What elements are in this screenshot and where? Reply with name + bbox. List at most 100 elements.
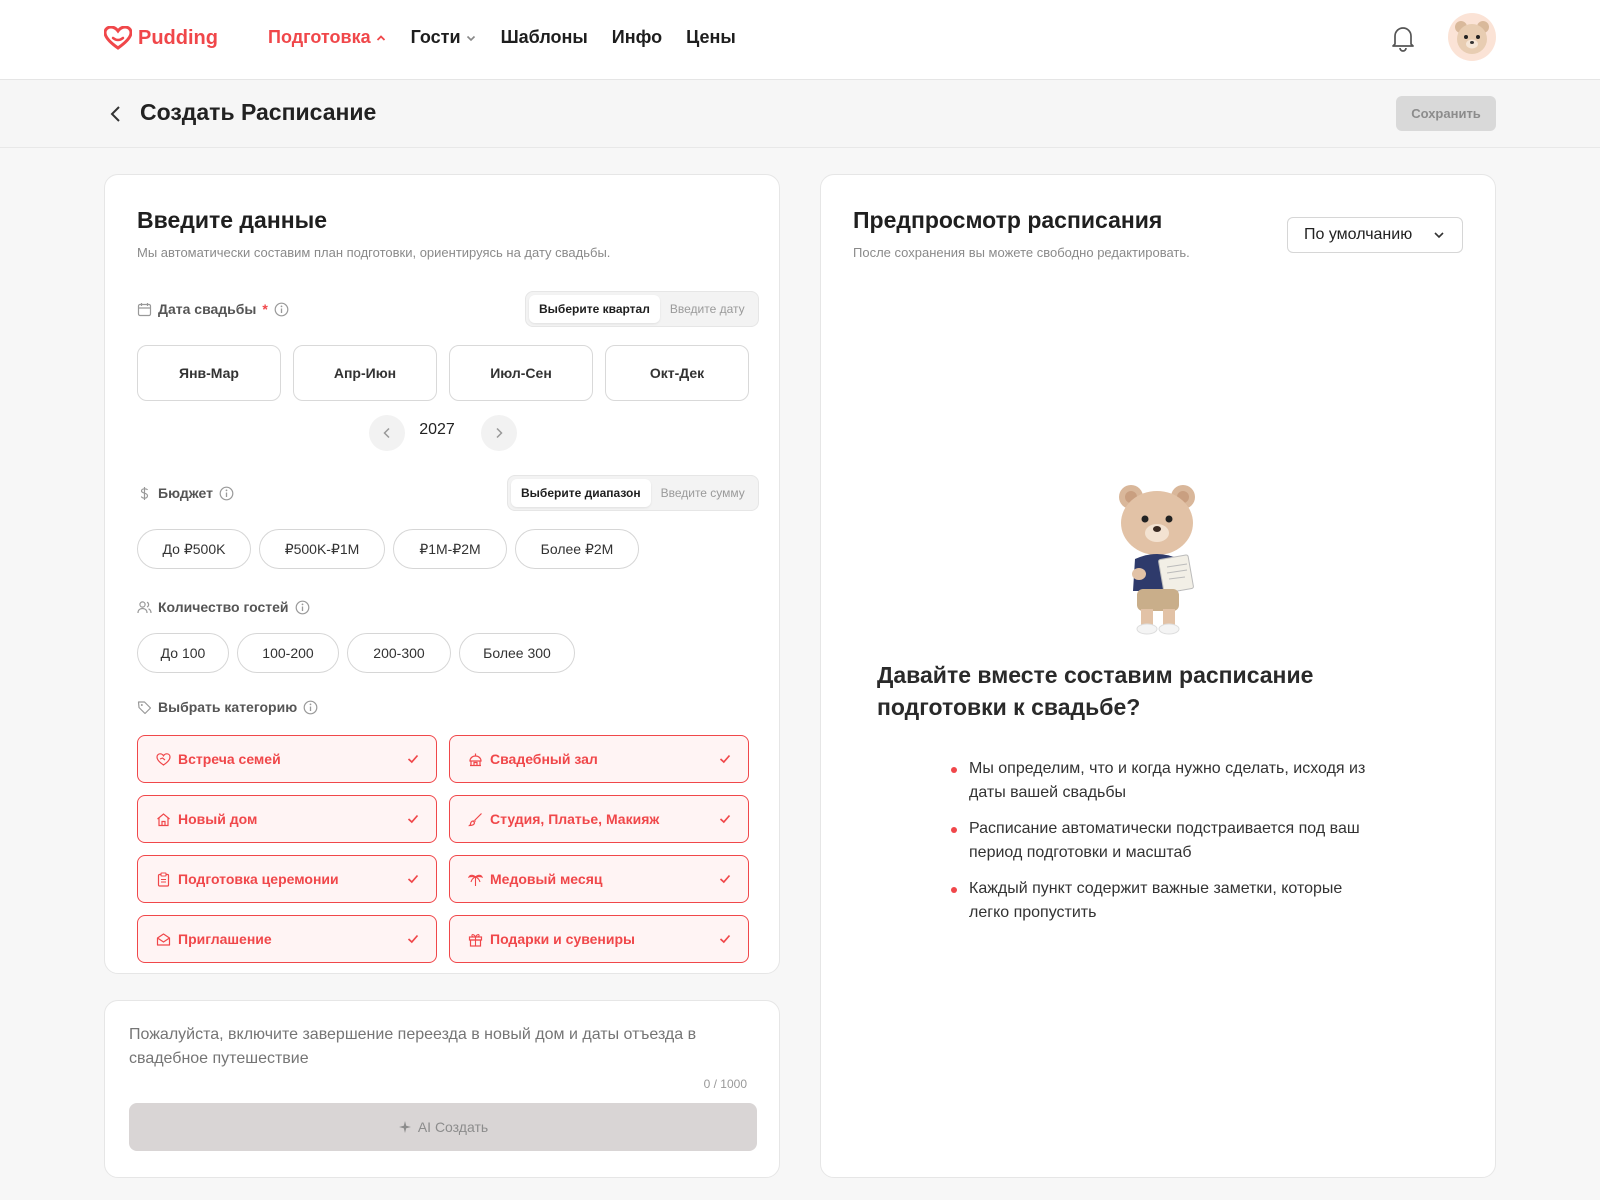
info-icon[interactable] (295, 600, 310, 615)
category-item-label: Свадебный зал (490, 751, 598, 767)
category-item-label: Подарки и сувениры (490, 931, 636, 947)
category-item-label: Студия, Платье, Макияж (490, 811, 660, 827)
enter-amount-option[interactable]: Введите сумму (651, 479, 755, 507)
category-item-label: Новый дом (178, 811, 258, 827)
sparkle-icon (398, 1121, 411, 1133)
preview-card: Предпросмотр расписания После сохранения… (820, 174, 1496, 1178)
venue-icon (468, 751, 484, 767)
envelope-icon (156, 931, 172, 947)
check-icon (407, 814, 419, 824)
category-item[interactable]: Встреча семей (137, 735, 437, 783)
info-icon[interactable] (219, 486, 234, 501)
quarter-button[interactable]: Апр-Июн (293, 345, 437, 401)
year-value: 2027 (419, 421, 455, 438)
guest-count-label-text: Количество гостей (158, 599, 289, 615)
page-title: Создать Расписание (140, 99, 377, 125)
nav-item-guests[interactable]: Гости (411, 27, 477, 48)
nav-item-label: Цены (686, 27, 736, 47)
main-menu: Подготовка Гости Шаблоны Инфо Цены (268, 27, 736, 48)
chevron-down-icon (466, 35, 475, 41)
check-icon (719, 934, 731, 944)
check-icon (719, 874, 731, 884)
home-icon (156, 811, 172, 827)
quarter-button[interactable]: Окт-Дек (605, 345, 749, 401)
wedding-date-label-text: Дата свадьбы (158, 301, 257, 317)
budget-range-option[interactable]: ₽1M-₽2M (393, 529, 507, 569)
category-label-text: Выбрать категорию (158, 699, 298, 715)
category-item[interactable]: Приглашение (137, 915, 437, 963)
guest-range-option[interactable]: Более 300 (459, 633, 575, 673)
select-range-option[interactable]: Выберите диапазон (511, 479, 651, 507)
save-button[interactable]: Сохранить (1396, 96, 1496, 131)
check-icon (407, 874, 419, 884)
budget-range-option[interactable]: ₽500K-₽1M (259, 529, 385, 569)
nav-item-label: Инфо (611, 27, 663, 47)
category-item[interactable]: Студия, Платье, Макияж (449, 795, 749, 843)
required-mark: * (262, 301, 268, 317)
gift-icon (468, 931, 484, 947)
category-item-label: Медовый месяц (490, 871, 603, 887)
template-dropdown-value: По умолчанию (1304, 226, 1413, 243)
nav-item-templates[interactable]: Шаблоны (501, 27, 588, 48)
ai-prompt-textarea[interactable] (129, 1023, 749, 1069)
quarter-button[interactable]: Янв-Мар (137, 345, 281, 401)
nav-item-label: Подготовка (268, 27, 371, 47)
dollar-icon (140, 486, 149, 500)
nav-item-prices[interactable]: Цены (686, 27, 736, 48)
character-counter: 0 / 1000 (703, 1077, 747, 1091)
brand-logo[interactable]: Pudding (104, 26, 218, 50)
guest-range-option[interactable]: До 100 (137, 633, 229, 673)
form-title: Введите данные (137, 207, 328, 233)
preview-headline: Давайте вместе составим расписание подго… (877, 662, 1314, 720)
wedding-date-label: Дата свадьбы * (137, 301, 289, 317)
chevron-up-icon (376, 34, 385, 41)
nav-item-preparation[interactable]: Подготовка (268, 27, 387, 48)
brush-icon (468, 811, 484, 827)
budget-mode-toggle: Выберите диапазон Введите сумму (507, 475, 759, 511)
user-avatar[interactable] (1448, 13, 1496, 61)
form-subtitle: Мы автоматически составим план подготовк… (137, 245, 611, 260)
guest-range-option[interactable]: 200-300 (347, 633, 451, 673)
chevron-right-icon (496, 427, 503, 439)
category-item[interactable]: Свадебный зал (449, 735, 749, 783)
category-item[interactable]: Подготовка церемонии (137, 855, 437, 903)
heart-logo-icon (104, 26, 132, 50)
nav-item-info[interactable]: Инфо (612, 27, 662, 48)
ai-create-button[interactable]: AI Создать (129, 1103, 757, 1151)
preview-benefits-list: Мы определим, что и когда нужно сделать,… (947, 757, 1367, 937)
nav-item-label: Гости (410, 27, 461, 47)
next-year-button[interactable] (481, 415, 517, 451)
check-icon (407, 934, 419, 944)
quarter-button[interactable]: Июл-Сен (449, 345, 593, 401)
chevron-left-icon (383, 427, 390, 439)
select-quarter-option[interactable]: Выберите квартал (529, 295, 660, 323)
back-arrow-icon[interactable] (104, 102, 128, 126)
notifications-bell-icon[interactable] (1390, 24, 1416, 57)
info-icon[interactable] (303, 700, 318, 715)
brand-name: Pudding (138, 26, 218, 49)
category-item[interactable]: Медовый месяц (449, 855, 749, 903)
budget-range-option[interactable]: Более ₽2M (515, 529, 639, 569)
calendar-icon (137, 302, 152, 316)
users-icon (137, 600, 152, 613)
form-card: Введите данные Мы автоматически составим… (104, 174, 780, 974)
guest-count-label: Количество гостей (137, 599, 310, 615)
category-item[interactable]: Подарки и сувениры (449, 915, 749, 963)
info-icon[interactable] (274, 302, 289, 317)
budget-range-option[interactable]: До ₽500K (137, 529, 251, 569)
enter-date-option[interactable]: Введите дату (660, 295, 755, 323)
category-label: Выбрать категорию (137, 699, 318, 715)
bear-face-icon (1455, 21, 1489, 54)
preview-subtitle: После сохранения вы можете свободно реда… (853, 245, 1190, 260)
category-item-label: Приглашение (178, 931, 272, 947)
palm-icon (468, 871, 484, 887)
category-item-label: Подготовка церемонии (178, 871, 339, 887)
chevron-down-icon (1434, 232, 1444, 239)
budget-label: Бюджет (137, 485, 234, 501)
prev-year-button[interactable] (369, 415, 405, 451)
bear-mascot-illustration (1109, 479, 1209, 639)
template-dropdown[interactable]: По умолчанию (1287, 217, 1463, 253)
nav-item-label: Шаблоны (500, 27, 588, 47)
category-item[interactable]: Новый дом (137, 795, 437, 843)
guest-range-option[interactable]: 100-200 (237, 633, 339, 673)
